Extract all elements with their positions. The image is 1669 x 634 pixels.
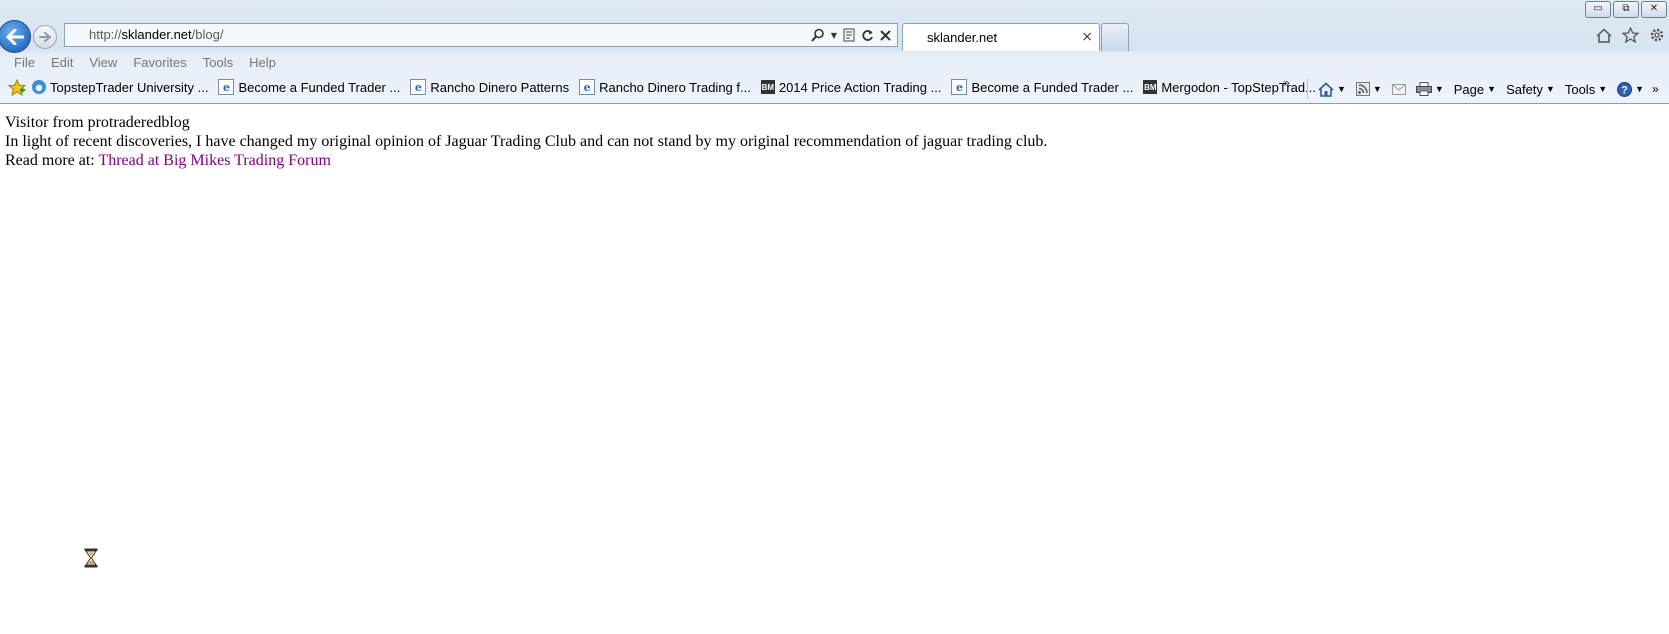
visitor-line: Visitor from protraderedblog (5, 114, 190, 131)
chevron-down-icon: ▼ (1487, 84, 1497, 94)
tools-menu-button[interactable]: Tools ▼ (1565, 82, 1607, 97)
menu-edit[interactable]: Edit (45, 55, 79, 73)
back-arrow-icon (6, 28, 24, 45)
menu-help[interactable]: Help (243, 55, 282, 73)
favorites-bar: ◉ TopstepTrader University ... e Become … (0, 76, 1669, 102)
ie-page-icon: e (951, 79, 968, 95)
chevron-down-icon: ▼ (1635, 84, 1645, 94)
ie-page-icon: e (218, 79, 235, 95)
url-text: http://sklander.net/blog/ (89, 27, 224, 42)
menu-view[interactable]: View (83, 55, 123, 73)
chevron-down-icon: ▼ (1545, 84, 1555, 94)
toolbar-right-icons (1596, 27, 1665, 43)
favorites-overflow-chevron[interactable]: » (1283, 76, 1290, 90)
page-content: Visitor from protraderedblog In light of… (5, 113, 1047, 170)
bigmike-icon: BM (1143, 80, 1158, 94)
menu-favorites[interactable]: Favorites (127, 55, 192, 73)
safety-menu-button[interactable]: Safety ▼ (1506, 82, 1555, 97)
favorite-label: Rancho Dinero Trading f... (599, 79, 751, 95)
favorite-link[interactable]: e Become a Funded Trader ... (951, 79, 1133, 95)
menu-tools[interactable]: Tools (197, 55, 239, 73)
forward-arrow-icon (39, 32, 51, 42)
command-bar-overflow-chevron[interactable]: » (1652, 82, 1659, 96)
favorite-link[interactable]: BM 2014 Price Action Trading ... (760, 79, 942, 95)
favorite-label: 2014 Price Action Trading ... (778, 79, 942, 95)
hourglass-cursor-icon (84, 548, 98, 568)
tools-menu-label: Tools (1564, 81, 1596, 97)
ie-page-icon: e (579, 79, 596, 95)
favorite-label: Rancho Dinero Patterns (430, 79, 570, 95)
tab-close-icon[interactable]: × (1081, 29, 1093, 45)
close-window-button[interactable]: ✕ (1641, 1, 1667, 18)
address-bar-icons: ▼ (811, 25, 891, 45)
home-icon (1318, 81, 1334, 97)
stop-icon[interactable] (880, 29, 891, 41)
rss-icon (1355, 82, 1370, 96)
feeds-button[interactable]: ▼ (1355, 82, 1382, 96)
menu-file[interactable]: File (8, 55, 41, 73)
favorite-label: Become a Funded Trader ... (971, 79, 1134, 95)
restore-button[interactable]: ⧉ (1613, 1, 1639, 18)
read-more-line: Read more at: Thread at Big Mikes Tradin… (5, 151, 1047, 170)
menu-bar: File Edit View Favorites Tools Help (8, 55, 286, 73)
compatibility-view-icon[interactable] (843, 28, 855, 42)
search-icon[interactable] (811, 28, 825, 42)
favorites-star-icon[interactable] (8, 79, 26, 96)
chevron-down-icon[interactable]: ▼ (831, 31, 837, 40)
favorites-list: ◉ TopstepTrader University ... e Become … (32, 79, 1316, 95)
chevron-down-icon: ▼ (1434, 84, 1444, 94)
favorite-link[interactable]: ◉ TopstepTrader University ... (32, 80, 208, 95)
tab-title: sklander.net (927, 30, 998, 45)
tab-sklander[interactable]: sklander.net × (902, 23, 1100, 51)
window-controls: ▭ ⧉ ✕ (1585, 1, 1667, 18)
favorite-label: TopstepTrader University ... (50, 79, 209, 95)
chevron-down-icon: ▼ (1372, 84, 1382, 94)
mail-icon (1391, 83, 1406, 95)
help-icon: ? (1617, 81, 1633, 97)
chevron-down-icon: ▼ (1337, 84, 1346, 94)
navigation-row: http://sklander.net/blog/ ▼ sklander.net… (0, 18, 1669, 53)
refresh-icon[interactable] (861, 29, 874, 42)
new-tab-button[interactable] (1101, 23, 1129, 51)
ie-page-icon: e (410, 79, 427, 95)
favorite-label: Mergodon - TopStepTrad... (1161, 79, 1316, 95)
forward-button[interactable] (33, 25, 57, 49)
browser-chrome: ▭ ⧉ ✕ http://sklander.net/blog/ ▼ skland… (0, 0, 1669, 104)
print-button[interactable]: ▼ (1415, 82, 1444, 96)
back-button[interactable] (0, 20, 31, 53)
page-menu-label: Page (1453, 81, 1485, 97)
forum-thread-link[interactable]: Thread at Big Mikes Trading Forum (98, 152, 330, 169)
opinion-line: In light of recent discoveries, I have c… (5, 133, 1048, 150)
favorite-link[interactable]: e Rancho Dinero Patterns (410, 79, 569, 95)
safety-menu-label: Safety (1506, 81, 1543, 97)
favorite-link[interactable]: e Rancho Dinero Trading f... (579, 79, 751, 95)
chevron-down-icon: ▼ (1598, 84, 1608, 94)
read-mail-button[interactable] (1391, 83, 1406, 95)
gear-icon[interactable] (1649, 27, 1665, 43)
topsteptrader-icon: ◉ (32, 80, 46, 94)
home-menu-button[interactable]: ▼ (1318, 81, 1346, 97)
minimize-button[interactable]: ▭ (1585, 1, 1611, 18)
favorite-label: Become a Funded Trader ... (238, 79, 401, 95)
favorite-link[interactable]: e Become a Funded Trader ... (218, 79, 400, 95)
bigmike-icon: BM (760, 80, 775, 94)
home-icon[interactable] (1596, 27, 1612, 43)
command-bar: ▼ ▼ ▼ Page ▼ Safety ▼ Tools ▼ ? ▼ » (1307, 79, 1659, 99)
svg-text:?: ? (1621, 84, 1628, 96)
page-menu-button[interactable]: Page ▼ (1454, 82, 1496, 97)
star-icon[interactable] (1622, 27, 1639, 43)
read-more-prefix: Read more at: (5, 152, 99, 169)
address-bar[interactable]: http://sklander.net/blog/ ▼ (64, 23, 898, 47)
printer-icon (1415, 82, 1432, 96)
help-menu-button[interactable]: ? ▼ (1617, 81, 1645, 97)
